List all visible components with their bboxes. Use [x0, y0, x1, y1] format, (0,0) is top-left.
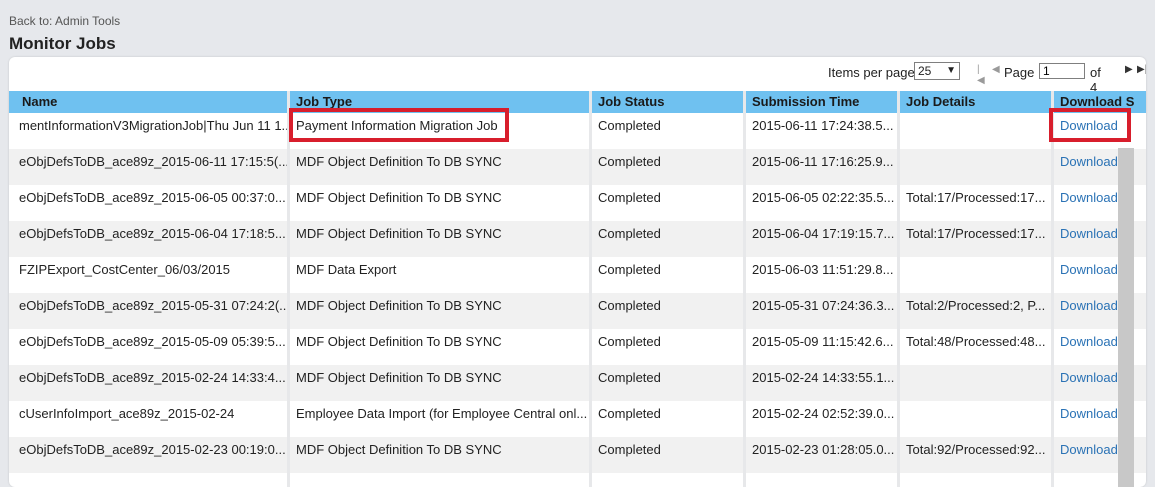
- cell-job-details: Total:17/Processed:17...: [906, 190, 1046, 205]
- header-submission-time[interactable]: Submission Time: [746, 91, 900, 113]
- cell-job-type: MDF Data Export: [296, 262, 397, 277]
- cell-submission-time: 2015-06-03 11:51:29.8...: [752, 262, 894, 277]
- cell-job-type: MDF Object Definition To DB SYNC: [296, 190, 502, 205]
- download-link[interactable]: Download: [1060, 442, 1118, 457]
- cell-name: eObjDefsToDB_ace89z_2015-06-05 00:37:0..…: [19, 190, 286, 205]
- cell-download: Download: [1054, 113, 1146, 149]
- job-details-cells: Total:17/Processed:17... Total:17/Proces…: [900, 113, 1054, 473]
- cell-submission-time: 2015-02-23 01:28:05.0...: [746, 437, 900, 473]
- download-link[interactable]: Download: [1060, 334, 1118, 349]
- cell-submission-time: 2015-06-05 02:22:35.5...: [752, 190, 895, 205]
- jobs-panel: Items per page 25 ▼ |◀ ◀ Page of 4 ▶ ▶| …: [9, 57, 1146, 487]
- cell-name: eObjDefsToDB_ace89z_2015-05-31 07:24:2(.…: [9, 293, 287, 329]
- cell-name: FZIPExport_CostCenter_06/03/2015: [19, 262, 231, 277]
- cell-job-type: MDF Object Definition To DB SYNC: [296, 334, 502, 349]
- cell-name: mentInformationV3MigrationJob|Thu Jun 11…: [19, 118, 287, 133]
- header-name[interactable]: Name: [9, 91, 287, 113]
- cell-name: eObjDefsToDB_ace89z_2015-02-23 00:19:0..…: [9, 437, 287, 473]
- header-job-details[interactable]: Job Details: [900, 91, 1054, 113]
- name-cells: mentInformationV3MigrationJob|Thu Jun 11…: [9, 113, 287, 473]
- prev-page-icon[interactable]: ◀: [992, 64, 1000, 75]
- header-download[interactable]: Download S: [1054, 91, 1146, 113]
- download-link[interactable]: Download: [1060, 226, 1118, 241]
- column-job-type: Job Type Payment Information Migration J…: [287, 91, 592, 487]
- vertical-scrollbar[interactable]: [1118, 148, 1134, 487]
- cell-job-status: Completed: [598, 406, 661, 421]
- page-label: Page: [1004, 65, 1035, 80]
- cell-job-details: [900, 401, 1054, 437]
- page-number-input[interactable]: [1039, 63, 1085, 79]
- items-per-page-value: 25: [918, 64, 932, 78]
- cell-job-type: MDF Object Definition To DB SYNC: [290, 293, 592, 329]
- pagination-toolbar: Items per page 25 ▼ |◀ ◀ Page of 4 ▶ ▶|: [9, 57, 1146, 95]
- column-job-details: Job Details Total:17/Processed:17... Tot…: [897, 91, 1054, 487]
- cell-job-type: MDF Object Definition To DB SYNC: [290, 149, 592, 185]
- cell-job-status: Completed: [592, 149, 746, 185]
- download-link[interactable]: Download: [1060, 298, 1118, 313]
- download-link[interactable]: Download: [1060, 190, 1118, 205]
- download-link[interactable]: Download: [1060, 154, 1118, 169]
- cell-job-type: MDF Object Definition To DB SYNC: [290, 437, 592, 473]
- cell-job-details: [900, 149, 1054, 185]
- download-link[interactable]: Download: [1060, 118, 1118, 133]
- download-link[interactable]: Download: [1060, 406, 1118, 421]
- cell-job-type: MDF Object Definition To DB SYNC: [290, 221, 592, 257]
- first-page-icon[interactable]: |◀: [977, 64, 985, 86]
- cell-job-status: Completed: [598, 334, 661, 349]
- items-per-page-select[interactable]: 25 ▼: [914, 62, 960, 80]
- cell-job-status: Completed: [592, 437, 746, 473]
- column-name: Name mentInformationV3MigrationJob|Thu J…: [9, 91, 287, 487]
- cell-name: eObjDefsToDB_ace89z_2015-05-09 05:39:5..…: [19, 334, 286, 349]
- download-link[interactable]: Download: [1060, 262, 1118, 277]
- submission-time-cells: 2015-06-11 17:24:38.5... 2015-06-11 17:1…: [746, 113, 900, 473]
- cell-submission-time: 2015-06-04 17:19:15.7...: [746, 221, 900, 257]
- cell-name: eObjDefsToDB_ace89z_2015-06-11 17:15:5(.…: [9, 149, 287, 185]
- cell-name: eObjDefsToDB_ace89z_2015-02-24 14:33:4..…: [9, 365, 287, 401]
- cell-submission-time: 2015-02-24 02:52:39.0...: [752, 406, 895, 421]
- cell-job-type: Payment Information Migration Job: [296, 118, 498, 133]
- last-page-icon[interactable]: ▶|: [1137, 64, 1146, 75]
- cell-name: cUserInfoImport_ace89z_2015-02-24: [19, 406, 235, 421]
- cell-job-details: Total:17/Processed:17...: [900, 221, 1054, 257]
- cell-submission-time: 2015-06-11 17:16:25.9...: [746, 149, 900, 185]
- header-job-status[interactable]: Job Status: [592, 91, 746, 113]
- header-job-type[interactable]: Job Type: [290, 91, 592, 113]
- job-status-cells: Completed Completed Completed Completed …: [592, 113, 746, 473]
- chevron-down-icon: ▼: [946, 65, 956, 76]
- cell-job-details: [900, 113, 1054, 149]
- back-to-admin-tools-link[interactable]: Back to: Admin Tools: [9, 14, 120, 28]
- job-type-cells: Payment Information Migration Job MDF Ob…: [290, 113, 592, 473]
- cell-job-status: Completed: [592, 365, 746, 401]
- cell-job-details: [900, 365, 1054, 401]
- download-link[interactable]: Download: [1060, 370, 1118, 385]
- page-title: Monitor Jobs: [9, 34, 116, 53]
- cell-job-details: Total:48/Processed:48...: [906, 334, 1046, 349]
- column-job-status: Job Status Completed Completed Completed…: [589, 91, 746, 487]
- column-submission-time: Submission Time 2015-06-11 17:24:38.5...…: [743, 91, 900, 487]
- next-page-icon[interactable]: ▶: [1125, 64, 1133, 75]
- cell-job-type: Employee Data Import (for Employee Centr…: [296, 406, 588, 421]
- cell-job-status: Completed: [592, 221, 746, 257]
- cell-job-details: [900, 257, 1054, 293]
- cell-submission-time: 2015-05-31 07:24:36.3...: [746, 293, 900, 329]
- cell-job-type: MDF Object Definition To DB SYNC: [290, 365, 592, 401]
- cell-job-details: Total:2/Processed:2, P...: [900, 293, 1054, 329]
- cell-name: eObjDefsToDB_ace89z_2015-06-04 17:18:5..…: [9, 221, 287, 257]
- cell-submission-time: 2015-06-11 17:24:38.5...: [752, 118, 894, 133]
- cell-job-status: Completed: [598, 118, 661, 133]
- items-per-page-label: Items per page: [828, 65, 915, 80]
- cell-job-status: Completed: [598, 190, 661, 205]
- cell-submission-time: 2015-05-09 11:15:42.6...: [752, 334, 894, 349]
- cell-submission-time: 2015-02-24 14:33:55.1...: [746, 365, 900, 401]
- cell-job-details: Total:92/Processed:92...: [900, 437, 1054, 473]
- cell-job-status: Completed: [592, 293, 746, 329]
- cell-job-status: Completed: [598, 262, 661, 277]
